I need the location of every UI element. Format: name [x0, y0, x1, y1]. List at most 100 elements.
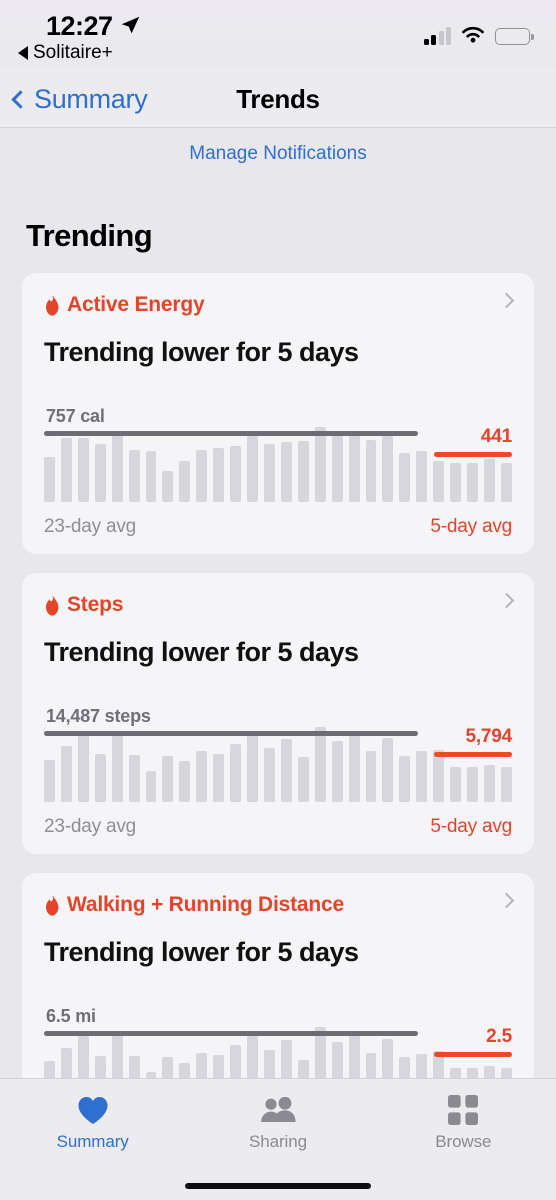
chart-bar: [111, 732, 123, 802]
chart-bar: [111, 1031, 123, 1078]
card-header: Walking + Running Distance: [44, 892, 515, 917]
chart-bar: [348, 731, 360, 802]
chart-bar: [77, 733, 89, 802]
short-avg-value: 441: [480, 425, 512, 447]
cellular-signal-icon: [423, 27, 451, 45]
chart-bar: [450, 463, 462, 502]
manage-notifications-link[interactable]: Manage Notifications: [0, 128, 556, 165]
chart-bar: [111, 432, 123, 502]
chart-bar: [162, 470, 174, 502]
phone-screen: 12:27 Solitaire+ Summary Trends Manage N…: [0, 0, 556, 1200]
long-avg-value: 757 cal: [46, 406, 105, 427]
short-avg-line: [434, 451, 512, 457]
tab-bar: Summary Sharing Browse: [0, 1078, 556, 1200]
tab-summary[interactable]: Summary: [0, 1079, 185, 1200]
chart-bar: [60, 437, 72, 502]
status-bar-time: 12:27: [46, 11, 113, 41]
chart-bar: [331, 1042, 343, 1078]
chart-bar: [145, 451, 157, 502]
chart-bar: [230, 446, 242, 502]
chart-footer: 23-day avg 5-day avg: [44, 816, 512, 838]
chart-bar: [162, 755, 174, 802]
chart-bar: [416, 1053, 428, 1078]
chart-bar: [247, 1032, 258, 1078]
metric-name: Steps: [67, 593, 124, 616]
chart-bar: [382, 1039, 394, 1078]
trend-card-active-energy[interactable]: Active Energy Trending lower for 5 days …: [22, 273, 534, 554]
status-bar-back-app[interactable]: Solitaire+: [18, 42, 113, 64]
trend-chart: 14,487 steps 5,794: [44, 692, 512, 802]
long-avg-value: 14,487 steps: [46, 706, 151, 727]
chart-bar: [60, 1047, 72, 1078]
tab-browse[interactable]: Browse: [371, 1079, 556, 1200]
trend-card-steps[interactable]: Steps Trending lower for 5 days 14,487 s…: [22, 573, 534, 854]
chart-bar: [450, 766, 462, 802]
long-avg-line: [44, 731, 419, 737]
chart-bar: [500, 1068, 512, 1078]
flame-icon: [46, 294, 59, 316]
chart-bar: [433, 461, 445, 502]
trend-headline: Trending lower for 5 days: [44, 337, 359, 367]
chart-bar: [196, 449, 208, 502]
chart-bar: [60, 746, 72, 802]
chart-bar: [213, 1055, 225, 1078]
chart-bar: [213, 448, 225, 502]
page-title: Trends: [236, 83, 320, 114]
chart-bar: [280, 442, 292, 502]
chart-bar: [467, 766, 478, 802]
chart-bar: [94, 443, 106, 502]
chart-footer: 23-day avg 5-day avg: [44, 516, 512, 538]
chart-bar: [331, 436, 343, 502]
chart-bar: [483, 1066, 495, 1078]
metric-name: Walking + Running Distance: [67, 893, 344, 916]
chart-bar: [263, 1049, 275, 1078]
long-avg-footer: 23-day avg: [44, 516, 137, 537]
long-avg-value: 6.5 mi: [46, 1006, 96, 1027]
chart-bar: [297, 440, 309, 502]
chart-bar: [382, 737, 394, 802]
flame-icon: [46, 894, 59, 916]
section-title-trending: Trending: [26, 218, 153, 253]
chart-bar: [213, 753, 225, 802]
chart-bar: [500, 463, 512, 502]
chart-bar: [365, 440, 377, 502]
grid-icon: [448, 1093, 479, 1127]
trend-chart: 6.5 mi 2.5: [44, 992, 512, 1078]
short-avg-line: [434, 751, 512, 757]
trend-chart: 757 cal 441: [44, 392, 512, 502]
battery-icon: [495, 28, 534, 45]
chart-bar: [483, 764, 495, 802]
chart-bar: [500, 766, 512, 802]
chart-bar: [467, 463, 478, 502]
trend-headline: Trending lower for 5 days: [44, 937, 359, 967]
tab-label: Browse: [435, 1132, 492, 1151]
people-icon: [259, 1093, 297, 1127]
trend-headline: Trending lower for 5 days: [44, 637, 359, 667]
chart-bar: [94, 753, 106, 802]
trend-card-walking-running-distance[interactable]: Walking + Running Distance Trending lowe…: [22, 873, 534, 1078]
chart-bar: [297, 1059, 309, 1078]
chart-bar: [467, 1068, 478, 1078]
chart-bars: [44, 1020, 512, 1078]
chart-bar: [331, 740, 343, 802]
chart-bar: [179, 1062, 191, 1078]
chart-bar: [348, 431, 360, 502]
card-header: Steps: [44, 592, 515, 617]
chart-bar: [128, 755, 140, 802]
chart-bar: [314, 427, 326, 502]
chart-bar: [77, 1034, 89, 1078]
chart-bar: [483, 458, 495, 502]
chart-bar: [314, 727, 326, 802]
chevron-right-icon[interactable]: [498, 292, 515, 309]
chevron-right-icon[interactable]: [498, 892, 515, 909]
chart-bar: [77, 437, 89, 502]
wifi-icon: [462, 26, 484, 43]
short-avg-footer: 5-day avg: [430, 516, 512, 537]
scroll-content[interactable]: Manage Notifications Trending Active Ene…: [0, 128, 556, 1078]
long-avg-footer: 23-day avg: [44, 816, 137, 837]
chevron-right-icon[interactable]: [498, 592, 515, 609]
back-app-label: Solitaire+: [33, 42, 113, 63]
tab-sharing[interactable]: Sharing: [185, 1079, 370, 1200]
chart-bar: [44, 457, 55, 502]
chart-bar: [196, 1052, 208, 1078]
